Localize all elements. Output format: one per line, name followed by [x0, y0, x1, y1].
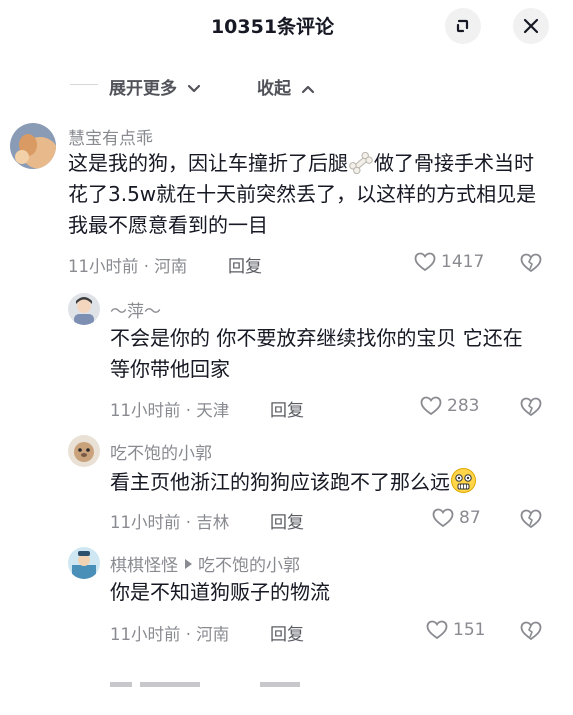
surprised-emoji	[451, 468, 476, 493]
avatar[interactable]	[10, 123, 56, 169]
comment-text: 不会是你的 你不要放弃继续找你的宝贝 它还在等你带他回家	[110, 326, 523, 381]
bone-emoji	[349, 151, 373, 175]
reply-button[interactable]: 回复	[270, 620, 304, 645]
comment-text-part: 这是我的狗，因让车撞折了后腿	[68, 151, 348, 175]
comment-text: 这是我的狗，因让车撞折了后腿 做了骨接手术当时花了3.5w就在十天前突然丢了，以…	[68, 148, 546, 241]
like-count: 1417	[441, 252, 485, 272]
dislike-button[interactable]	[520, 620, 542, 646]
collapse-label: 收起	[257, 79, 291, 99]
comment-item: ～萍～ 不会是你的 你不要放弃继续找你的宝贝 它还在等你带他回家 11小时前 ·…	[0, 290, 573, 422]
heart-icon	[432, 508, 454, 528]
username[interactable]: ～萍～	[110, 297, 161, 322]
reply-button[interactable]: 回复	[270, 396, 304, 421]
minimize-icon	[456, 19, 469, 33]
dislike-button[interactable]	[520, 396, 542, 422]
heart-icon	[414, 252, 436, 272]
reply-arrow-icon	[185, 559, 192, 569]
avatar[interactable]	[68, 547, 100, 579]
like-button[interactable]: 283	[420, 396, 479, 416]
reply-button[interactable]: 回复	[270, 508, 304, 533]
like-button[interactable]: 151	[426, 620, 485, 640]
like-count: 283	[447, 396, 480, 416]
comment-text: 你是不知道狗贩子的物流	[110, 580, 330, 604]
comments-header: 10351条评论	[0, 0, 573, 52]
comment-item: 棋棋怪怪 吃不饱的小郭 你是不知道狗贩子的物流 11小时前 · 河南 回复 15…	[0, 546, 573, 656]
dislike-icon	[520, 621, 542, 641]
close-icon	[523, 18, 539, 34]
comment-text: 看主页他浙江的狗狗应该跑不了那么远	[110, 467, 550, 498]
heart-icon	[426, 620, 448, 640]
reply-button[interactable]: 回复	[228, 252, 262, 277]
dislike-button[interactable]	[520, 252, 542, 278]
comment-meta: 11小时前 · 河南	[110, 625, 230, 644]
close-button[interactable]	[513, 8, 549, 44]
reply-to-username[interactable]: 吃不饱的小郭	[198, 556, 300, 576]
dislike-icon	[520, 397, 542, 417]
dislike-button[interactable]	[520, 508, 542, 534]
expand-label: 展开更多	[109, 79, 177, 99]
heart-icon	[420, 396, 442, 416]
reply-header: 棋棋怪怪 吃不饱的小郭	[110, 551, 300, 576]
avatar[interactable]	[68, 435, 100, 467]
avatar[interactable]	[68, 293, 100, 325]
username[interactable]: 吃不饱的小郭	[110, 439, 212, 464]
comment-meta: 11小时前 · 吉林	[110, 513, 230, 532]
like-count: 151	[453, 620, 486, 640]
username[interactable]: 棋棋怪怪	[110, 556, 178, 576]
chevron-up-icon	[301, 85, 315, 94]
like-button[interactable]: 1417	[414, 252, 484, 272]
username[interactable]: 慧宝有点乖	[68, 124, 153, 149]
comment-meta: 11小时前 · 河南	[68, 257, 188, 276]
collapse-button[interactable]: 收起	[257, 74, 315, 99]
comment-item: 慧宝有点乖 这是我的狗，因让车撞折了后腿 做了骨接手术当时花了3.5w就在十天前…	[0, 120, 573, 280]
divider-line	[70, 84, 98, 85]
chevron-down-icon	[187, 84, 201, 93]
thread-controls: 展开更多 收起	[0, 72, 573, 99]
comment-item: 吃不饱的小郭 看主页他浙江的狗狗应该跑不了那么远 11小时前 · 吉林 回复 8…	[0, 434, 573, 534]
next-comment-cropped	[110, 672, 320, 687]
comment-text-part: 看主页他浙江的狗狗应该跑不了那么远	[110, 470, 450, 494]
like-button[interactable]: 87	[432, 508, 481, 528]
comment-meta: 11小时前 · 天津	[110, 401, 230, 420]
like-count: 87	[459, 508, 481, 528]
dislike-icon	[520, 509, 542, 529]
minimize-button[interactable]	[445, 8, 481, 44]
expand-more-button[interactable]: 展开更多	[109, 74, 201, 99]
dislike-icon	[520, 253, 542, 273]
